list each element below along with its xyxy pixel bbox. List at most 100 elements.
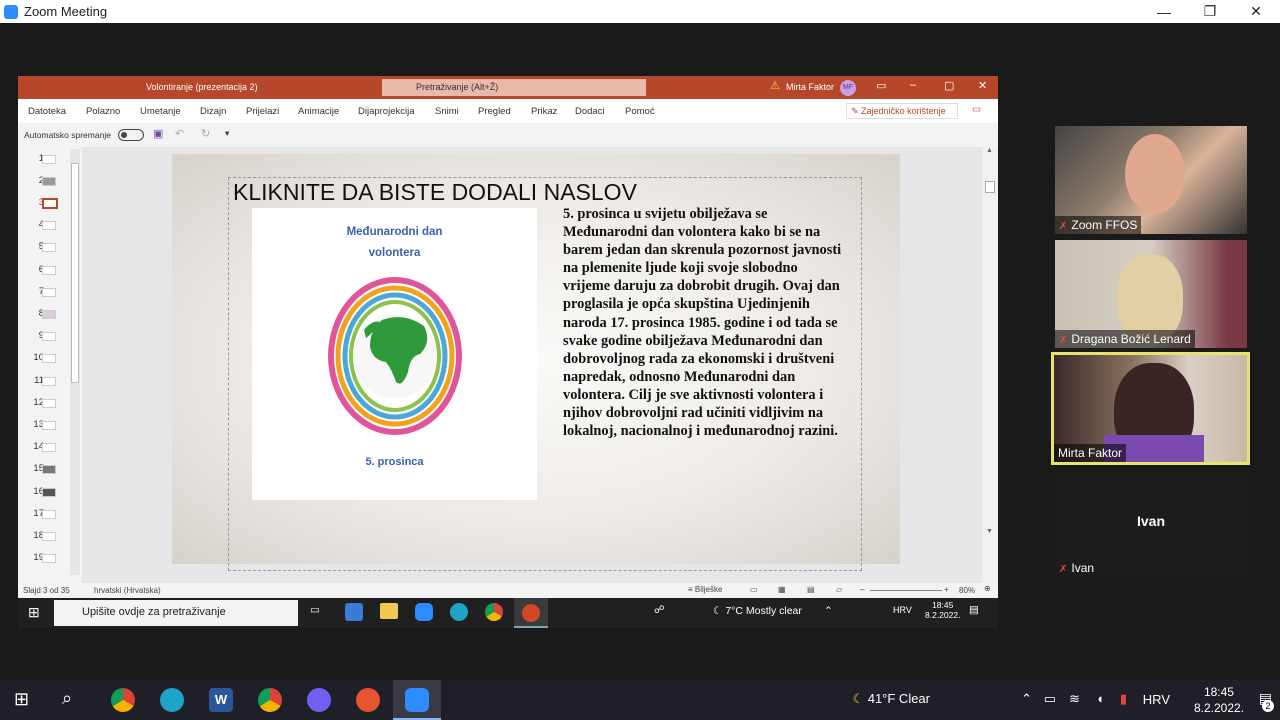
shared-weather[interactable]: ☾ 7°C Mostly clear	[713, 605, 802, 617]
zoom-app-icon[interactable]	[415, 603, 433, 621]
thumb-14[interactable]: 14	[18, 437, 78, 457]
chrome-icon[interactable]	[485, 603, 503, 621]
tab-prijelazi[interactable]: Prijelazi	[246, 106, 279, 117]
language-indicator[interactable]: HRV	[1143, 692, 1170, 707]
explorer-icon[interactable]	[380, 603, 398, 619]
edge-icon[interactable]	[450, 603, 468, 621]
tab-dijaprojekcija[interactable]: Dijaprojekcija	[358, 106, 415, 117]
tab-snimi[interactable]: Snimi	[435, 106, 459, 117]
thumb-8[interactable]: 8	[18, 304, 78, 324]
comments-icon[interactable]: ▭	[972, 104, 981, 115]
slide-title[interactable]: KLIKNITE DA BISTE DODALI NASLOV	[233, 179, 637, 206]
chrome-icon[interactable]	[111, 688, 135, 712]
tab-umetanje[interactable]: Umetanje	[140, 106, 181, 117]
pp-minimize-button[interactable]: –	[910, 79, 916, 91]
thumb-7[interactable]: 7	[18, 282, 78, 302]
thumb-12[interactable]: 12	[18, 393, 78, 413]
thumb-15[interactable]: 15	[18, 459, 78, 479]
language-status[interactable]: hrvatski (Hrvatska)	[94, 586, 161, 595]
zoom-taskbar-button[interactable]	[393, 680, 441, 720]
thumb-3-selected[interactable]: 3	[18, 193, 78, 213]
thumb-6[interactable]: 6	[18, 260, 78, 280]
zoom-out-icon[interactable]: –	[860, 585, 864, 594]
zoom-level[interactable]: 80%	[959, 586, 975, 595]
alert-icon[interactable]: ▮	[1120, 691, 1127, 707]
task-view-icon[interactable]: ▭	[310, 604, 320, 616]
chrome-profile-icon[interactable]	[258, 688, 282, 712]
scroll-down-icon[interactable]: ▼	[986, 528, 993, 535]
thumb-16[interactable]: 16	[18, 482, 78, 502]
thumb-13[interactable]: 13	[18, 415, 78, 435]
pp-close-button[interactable]: ✕	[978, 79, 987, 92]
powerpoint-taskbar-button[interactable]	[514, 598, 548, 628]
tab-pomoc[interactable]: Pomoć	[625, 106, 655, 117]
shared-notification-icon[interactable]: ▤	[969, 604, 979, 616]
pp-maximize-button[interactable]: ▢	[944, 79, 954, 92]
zoom-in-icon[interactable]: +	[944, 585, 949, 594]
volume-icon[interactable]: ◖	[1096, 691, 1104, 706]
battery-icon[interactable]: ▭	[1044, 691, 1056, 707]
tab-prikaz[interactable]: Prikaz	[531, 106, 557, 117]
slide[interactable]: KLIKNITE DA BISTE DODALI NASLOV Međunaro…	[172, 154, 900, 571]
zoom-slider[interactable]	[870, 590, 942, 591]
shared-search-box[interactable]: Upišite ovdje za pretraživanje	[54, 600, 298, 626]
tab-dizajn[interactable]: Dizajn	[200, 106, 226, 117]
people-icon[interactable]: ☍	[654, 604, 665, 616]
thumb-18[interactable]: 18	[18, 526, 78, 546]
word-icon[interactable]: W	[209, 688, 233, 712]
scroll-up-icon[interactable]: ▲	[986, 147, 993, 154]
redo-icon[interactable]: ↻	[201, 127, 210, 140]
tray-chevron-icon[interactable]: ⌃	[824, 605, 833, 617]
start-icon[interactable]: ⊞	[14, 689, 29, 710]
volunteer-day-image[interactable]: Međunarodni dan volontera 5. prosinca	[252, 208, 537, 500]
reading-view-icon[interactable]: ▤	[807, 585, 815, 594]
avatar[interactable]: MF	[840, 80, 856, 96]
thumb-scrollbar[interactable]	[70, 149, 80, 575]
shared-clock[interactable]: 18:45 8.2.2022.	[925, 600, 960, 620]
slideshow-icon[interactable]: ▱	[836, 585, 842, 594]
thumb-11[interactable]: 11	[18, 371, 78, 391]
viber-icon[interactable]	[307, 688, 331, 712]
windows-start-icon[interactable]: ⊞	[28, 604, 40, 621]
thumb-2[interactable]: 2	[18, 171, 78, 191]
tab-pregled[interactable]: Pregled	[478, 106, 511, 117]
tab-polazno[interactable]: Polazno	[86, 106, 120, 117]
slide-sorter-icon[interactable]: ▦	[778, 585, 786, 594]
thumb-5[interactable]: 5	[18, 237, 78, 257]
edge-icon[interactable]	[160, 688, 184, 712]
customize-qat-icon[interactable]: ▾	[225, 128, 229, 139]
tab-animacije[interactable]: Animacije	[298, 106, 339, 117]
autosave-toggle[interactable]	[118, 129, 144, 141]
tray-chevron-icon[interactable]: ⌃	[1021, 691, 1032, 707]
participant-tile-ivan[interactable]: Ivan ✗ Ivan	[1055, 469, 1247, 577]
clock[interactable]: 18:45 8.2.2022.	[1194, 684, 1244, 716]
close-button[interactable]: ✕	[1233, 0, 1279, 23]
fit-slide-icon[interactable]: ⊕	[984, 584, 991, 593]
thumb-17[interactable]: 17	[18, 504, 78, 524]
share-button[interactable]: ✎ Zajedničko korištenje	[846, 103, 958, 119]
shared-lang[interactable]: HRV	[893, 605, 912, 615]
search-input[interactable]: Pretraživanje (Alt+Ž)	[382, 79, 646, 96]
weather-widget[interactable]: ☾ 41°F Clear	[852, 691, 930, 707]
notes-button[interactable]: ≡ Bilješke	[688, 585, 722, 594]
participant-tile-zoom-ffos[interactable]: ✗ Zoom FFOS	[1055, 126, 1247, 234]
thumb-4[interactable]: 4	[18, 215, 78, 235]
wifi-icon[interactable]: ≋	[1069, 691, 1080, 707]
save-icon[interactable]: ▣	[153, 127, 163, 140]
thumb-19[interactable]: 19	[18, 548, 78, 568]
minimize-button[interactable]: —	[1141, 0, 1187, 23]
thumb-10[interactable]: 10	[18, 348, 78, 368]
store-icon[interactable]	[345, 603, 363, 621]
tab-dodaci[interactable]: Dodaci	[575, 106, 605, 117]
ribbon-display-icon[interactable]: ▭	[876, 79, 886, 92]
vertical-scrollbar[interactable]: ▲ ▼	[982, 147, 998, 587]
thumb-1[interactable]: 1	[18, 149, 78, 169]
thumb-9[interactable]: 9	[18, 326, 78, 346]
restore-button[interactable]: ❐	[1187, 0, 1233, 23]
undo-icon[interactable]: ↶	[175, 127, 184, 140]
tab-datoteka[interactable]: Datoteka	[28, 106, 66, 117]
normal-view-icon[interactable]: ▭	[750, 585, 758, 594]
participant-tile-mirta-active[interactable]: Mirta Faktor	[1051, 352, 1250, 465]
document-title[interactable]: Volontiranje (prezentacija 2)	[146, 82, 258, 92]
search-icon[interactable]: ⌕	[62, 688, 72, 709]
